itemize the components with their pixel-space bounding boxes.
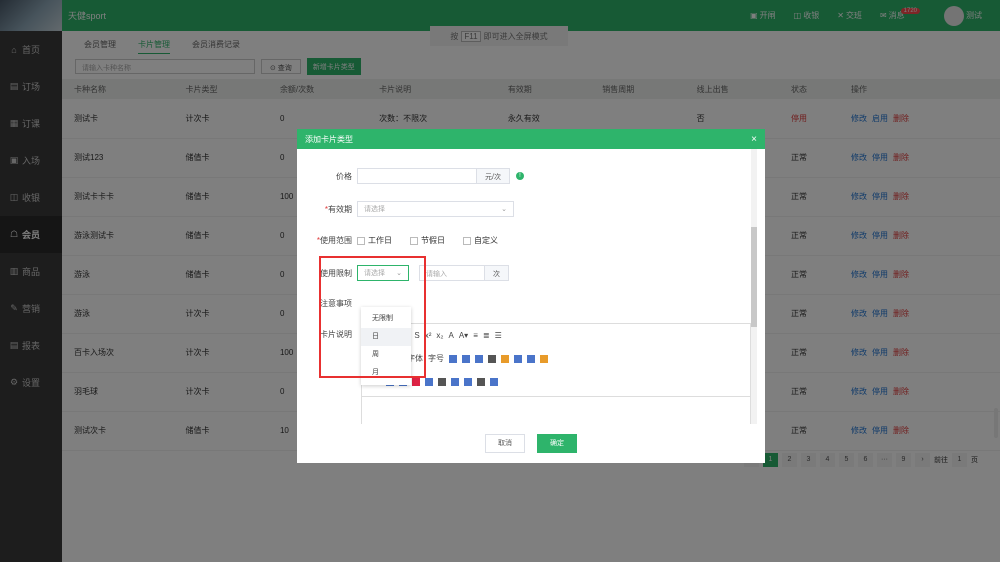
confirm-button[interactable]: 确定 <box>537 434 577 453</box>
highlight-box <box>319 256 426 378</box>
subscript-button[interactable]: x₂ <box>436 331 443 340</box>
usage-custom-checkbox[interactable]: 自定义 <box>463 235 498 246</box>
font-size-select[interactable]: 字号 <box>428 353 444 364</box>
print-icon[interactable] <box>477 377 485 386</box>
dialog-footer: 取消 确定 <box>297 424 765 463</box>
line-height-button[interactable]: ☰ <box>495 331 502 340</box>
validity-select[interactable]: 请选择 ⌄ <box>357 201 514 217</box>
price-input[interactable] <box>357 168 477 184</box>
dialog-title: 添加卡片类型 <box>305 134 353 144</box>
align-left-icon[interactable] <box>449 354 457 363</box>
limit-unit: 次 <box>485 265 509 281</box>
price-label: 价格 <box>336 171 352 181</box>
delete-row-icon[interactable] <box>412 377 420 386</box>
limit-count-input[interactable]: 请输入 <box>419 265 485 281</box>
split-cells-icon[interactable] <box>451 377 459 386</box>
close-icon[interactable]: × <box>751 134 757 145</box>
usage-holiday-checkbox[interactable]: 节假日 <box>410 235 445 246</box>
table-icon[interactable] <box>527 354 535 363</box>
dialog-header: 添加卡片类型 × <box>297 129 765 149</box>
emoji-icon[interactable] <box>540 354 548 363</box>
dialog-scrollbar[interactable] <box>751 149 757 424</box>
unordered-list-button[interactable]: ≣ <box>483 331 490 340</box>
align-center-icon[interactable] <box>462 354 470 363</box>
search-replace-icon[interactable] <box>490 377 498 386</box>
validity-label: *有效期 <box>324 204 352 214</box>
ordered-list-button[interactable]: ≡ <box>473 331 478 340</box>
merge-cells-icon[interactable] <box>425 377 433 386</box>
info-icon[interactable]: ! <box>515 172 524 180</box>
usage-label: *使用范围 <box>316 236 352 245</box>
editor-content-area[interactable] <box>362 396 750 424</box>
cancel-button[interactable]: 取消 <box>485 434 525 453</box>
highlight-color-button[interactable]: A▾ <box>459 331 468 340</box>
horizontal-rule-icon[interactable] <box>438 377 446 386</box>
align-right-icon[interactable] <box>475 354 483 363</box>
video-icon[interactable] <box>514 354 522 363</box>
align-justify-icon[interactable] <box>488 354 496 363</box>
price-unit: 元/次 <box>477 168 510 184</box>
font-color-button[interactable]: A <box>448 331 453 340</box>
page-scrollbar[interactable] <box>994 408 998 438</box>
chevron-down-icon: ⌄ <box>501 206 507 213</box>
image-icon[interactable] <box>501 354 509 363</box>
table-properties-icon[interactable] <box>464 377 472 386</box>
scrollbar-thumb[interactable] <box>751 227 757 327</box>
usage-workday-checkbox[interactable]: 工作日 <box>357 235 392 246</box>
